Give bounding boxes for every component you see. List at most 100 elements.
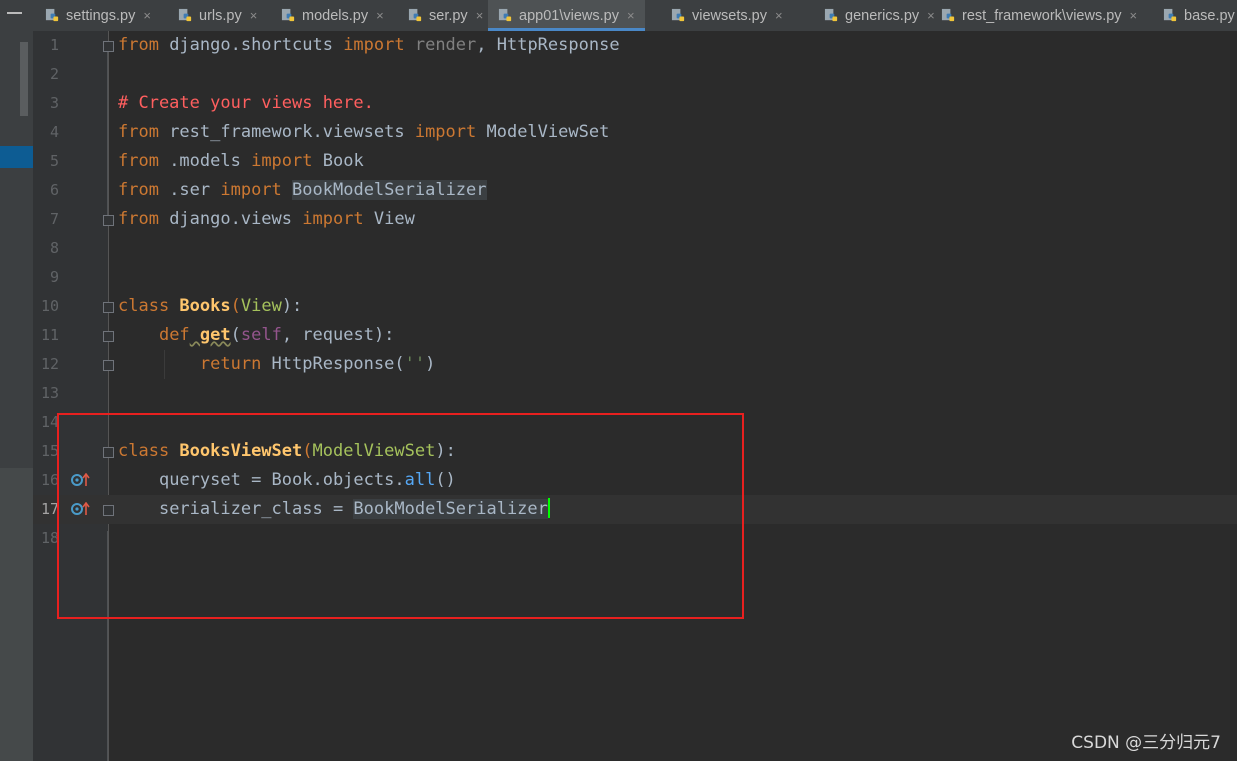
python-file-icon: [824, 8, 838, 22]
keyword: from: [118, 151, 159, 171]
tab-label: app01\views.py: [519, 7, 619, 24]
fold-guide: [107, 52, 108, 220]
override-method-icon[interactable]: [71, 502, 91, 516]
code-text: Book: [312, 151, 364, 171]
highlighted-identifier: BookModelSerializer: [353, 499, 548, 519]
code-editor[interactable]: 1 2 3 4 5 6 7 8 9 10 11 12 13 14 15 16 17 18 from django.…: [33, 31, 1237, 761]
line-number: 17: [40, 500, 59, 518]
line-number: 5: [49, 152, 59, 170]
close-icon[interactable]: ×: [143, 8, 151, 23]
code-text: django.views: [158, 209, 303, 229]
fold-marker-icon[interactable]: [103, 215, 114, 226]
keyword: import: [220, 180, 282, 200]
keyword: return: [199, 354, 262, 374]
tab-label: base.py: [1184, 7, 1235, 24]
punctuation: ):: [281, 296, 303, 316]
gutter-separator: [108, 31, 109, 761]
tab-label: settings.py: [66, 7, 136, 24]
close-icon[interactable]: ×: [1130, 8, 1138, 23]
code-line-3[interactable]: # Create your views here.: [118, 89, 374, 118]
fold-marker-icon[interactable]: [103, 447, 114, 458]
base-class: ModelViewSet: [312, 441, 436, 461]
code-line-17[interactable]: serializer_class = BookModelSerializer: [118, 495, 550, 524]
tab-label: rest_framework\views.py: [962, 7, 1122, 24]
string-literal: '': [404, 354, 426, 374]
code-text: .models: [158, 151, 252, 171]
code-line-12[interactable]: return HttpResponse(''): [118, 350, 435, 379]
code-line-16[interactable]: queryset = Book.objects.all(): [118, 466, 456, 495]
fold-marker-icon[interactable]: [103, 331, 114, 342]
unused-import: render: [404, 35, 477, 55]
code-line-1[interactable]: from django.shortcuts import render, Htt…: [118, 31, 620, 60]
line-number: 15: [40, 442, 59, 460]
text-cursor: [547, 498, 550, 518]
line-number: 18: [40, 529, 59, 547]
function-name: get: [189, 325, 231, 345]
keyword: from: [118, 209, 159, 229]
code-text: django.shortcuts: [158, 35, 344, 55]
fold-marker-icon[interactable]: [103, 505, 114, 516]
python-file-icon: [1163, 8, 1177, 22]
code-text: HttpResponse(: [261, 354, 405, 374]
line-number: 8: [49, 239, 59, 257]
keyword: import: [343, 35, 405, 55]
collapse-icon[interactable]: [7, 12, 22, 14]
tab-urls-py[interactable]: urls.py ×: [178, 0, 267, 31]
code-text: serializer_class =: [158, 499, 354, 519]
tab-models-py[interactable]: models.py ×: [281, 0, 394, 31]
python-file-icon: [498, 8, 512, 22]
tab-settings-py[interactable]: settings.py ×: [45, 0, 161, 31]
line-number: 10: [40, 297, 59, 315]
sidebar-scrollbar[interactable]: [20, 42, 28, 116]
line-number: 1: [49, 36, 59, 54]
fold-marker-icon[interactable]: [103, 302, 114, 313]
tab-rest-framework-views-py[interactable]: rest_framework\views.py ×: [941, 0, 1147, 31]
code-line-6[interactable]: from .ser import BookModelSerializer: [118, 176, 487, 205]
punctuation: (): [435, 470, 456, 490]
override-method-icon[interactable]: [71, 473, 91, 487]
tab-generics-py[interactable]: generics.py ×: [824, 0, 945, 31]
tab-viewsets-py[interactable]: viewsets.py ×: [671, 0, 793, 31]
code-line-15[interactable]: class BooksViewSet(ModelViewSet):: [118, 437, 456, 466]
punctuation: ): [425, 354, 436, 374]
sidebar-selected-item[interactable]: [0, 146, 33, 168]
code-line-5[interactable]: from .models import Book: [118, 147, 364, 176]
close-icon[interactable]: ×: [250, 8, 258, 23]
tab-base-py[interactable]: base.py×: [1163, 0, 1237, 31]
code-line-4[interactable]: from rest_framework.viewsets import Mode…: [118, 118, 609, 147]
close-icon[interactable]: ×: [775, 8, 783, 23]
code-line-10[interactable]: class Books(View):: [118, 292, 302, 321]
python-file-icon: [45, 8, 59, 22]
close-icon[interactable]: ×: [476, 8, 484, 23]
line-number: 3: [49, 94, 59, 112]
line-number: 9: [49, 268, 59, 286]
punctuation: (: [230, 296, 241, 316]
code-line-11[interactable]: def get(self, request):: [118, 321, 394, 350]
tab-label: ser.py: [429, 7, 468, 24]
class-name: BooksViewSet: [169, 441, 303, 461]
python-file-icon: [408, 8, 422, 22]
close-icon[interactable]: ×: [627, 8, 635, 23]
line-number: 16: [40, 471, 59, 489]
sidebar-upper: [0, 0, 33, 468]
line-number: 14: [40, 413, 59, 431]
highlighted-identifier: BookModelSerializer: [292, 180, 487, 200]
code-line-7[interactable]: from django.views import View: [118, 205, 415, 234]
line-number: 11: [40, 326, 59, 344]
project-sidebar: [0, 0, 34, 761]
close-icon[interactable]: ×: [927, 8, 935, 23]
class-name: Books: [169, 296, 231, 316]
tab-label: viewsets.py: [692, 7, 767, 24]
tab-ser-py[interactable]: ser.py ×: [408, 0, 493, 31]
tab-app01-views-py[interactable]: app01\views.py ×: [488, 0, 645, 31]
code-text: View: [363, 209, 415, 229]
fold-marker-icon[interactable]: [103, 360, 114, 371]
tab-label: urls.py: [199, 7, 242, 24]
code-text: , request):: [281, 325, 395, 345]
close-icon[interactable]: ×: [376, 8, 384, 23]
line-number: 13: [40, 384, 59, 402]
code-text: , HttpResponse: [476, 35, 620, 55]
fold-marker-icon[interactable]: [103, 41, 114, 52]
